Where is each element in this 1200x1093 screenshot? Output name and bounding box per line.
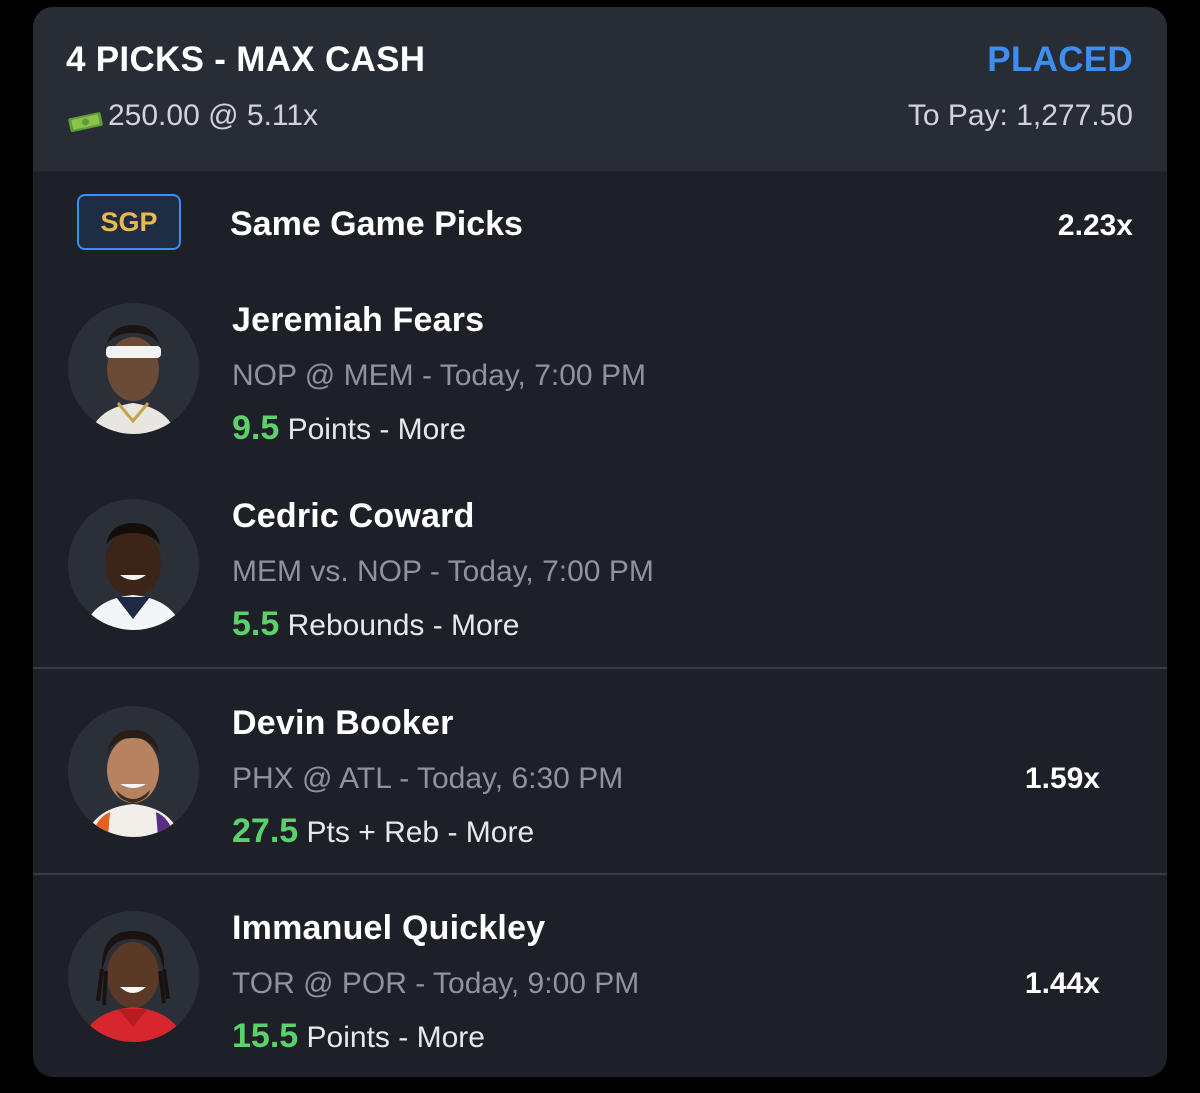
player-name: Cedric Coward <box>232 497 475 535</box>
slip-title: 4 PICKS - MAX CASH <box>66 40 426 79</box>
sgp-title: Same Game Picks <box>230 205 523 243</box>
player-avatar <box>68 303 199 434</box>
game-time: - Today, 7:00 PM <box>429 555 654 588</box>
money-icon <box>68 106 104 133</box>
game-info: MEM vs. NOP - Today, 7:00 PM <box>232 555 654 589</box>
to-pay-amount: To Pay: 1,277.50 <box>907 99 1133 132</box>
stake-summary: 250.00 @ 5.11x <box>68 99 318 133</box>
pick-multiplier: 1.44x <box>1024 967 1100 1000</box>
pick-multiplier: 1.59x <box>1024 762 1100 795</box>
game-info: TOR @ POR - Today, 9:00 PM <box>232 967 639 1001</box>
pick-direction: - More <box>447 816 535 849</box>
line-value: 27.5 <box>232 812 299 850</box>
stat-type: Points <box>287 413 371 446</box>
sgp-badge: SGP <box>77 194 181 250</box>
line-value: 9.5 <box>232 409 280 447</box>
line-info: 27.5 Pts + Reb - More <box>232 812 534 851</box>
player-avatar <box>68 911 199 1042</box>
matchup: TOR @ POR <box>232 967 407 1000</box>
stat-type: Rebounds <box>287 609 425 642</box>
stake-text: 250.00 @ 5.11x <box>108 99 319 132</box>
pick-row[interactable]: Immanuel Quickley TOR @ POR - Today, 9:0… <box>33 895 1167 1065</box>
divider <box>33 667 1167 669</box>
slip-header: 4 PICKS - MAX CASH PLACED 250.00 @ 5.11x… <box>33 7 1167 171</box>
sgp-multiplier: 2.23x <box>1057 209 1133 242</box>
line-value: 15.5 <box>232 1017 299 1055</box>
matchup: NOP @ MEM <box>232 359 414 392</box>
pick-row[interactable]: Devin Booker PHX @ ATL - Today, 6:30 PM … <box>33 690 1167 860</box>
line-info: 15.5 Points - More <box>232 1017 485 1056</box>
game-time: - Today, 7:00 PM <box>421 359 646 392</box>
player-name: Devin Booker <box>232 704 454 742</box>
line-info: 5.5 Rebounds - More <box>232 605 519 644</box>
divider <box>33 873 1167 875</box>
game-info: PHX @ ATL - Today, 6:30 PM <box>232 762 623 796</box>
pick-direction: - More <box>398 1021 485 1054</box>
matchup: PHX @ ATL <box>232 762 391 795</box>
pick-direction: - More <box>379 413 467 446</box>
player-avatar <box>68 499 199 630</box>
stat-type: Points <box>306 1021 390 1054</box>
pick-direction: - More <box>432 609 520 642</box>
line-info: 9.5 Points - More <box>232 409 466 448</box>
player-avatar <box>68 706 199 837</box>
matchup: MEM vs. NOP <box>232 555 422 588</box>
player-name: Jeremiah Fears <box>232 301 485 339</box>
pick-row[interactable]: Cedric Coward MEM vs. NOP - Today, 7:00 … <box>33 483 1167 653</box>
player-name: Immanuel Quickley <box>232 909 546 947</box>
pick-row[interactable]: Jeremiah Fears NOP @ MEM - Today, 7:00 P… <box>33 287 1167 457</box>
line-value: 5.5 <box>232 605 280 643</box>
stat-type: Pts + Reb <box>306 816 440 849</box>
game-time: - Today, 9:00 PM <box>415 967 640 1000</box>
game-info: NOP @ MEM - Today, 7:00 PM <box>232 359 646 393</box>
status-badge: PLACED <box>987 40 1133 79</box>
bet-slip-card[interactable]: 4 PICKS - MAX CASH PLACED 250.00 @ 5.11x… <box>33 7 1167 1077</box>
game-time: - Today, 6:30 PM <box>399 762 624 795</box>
